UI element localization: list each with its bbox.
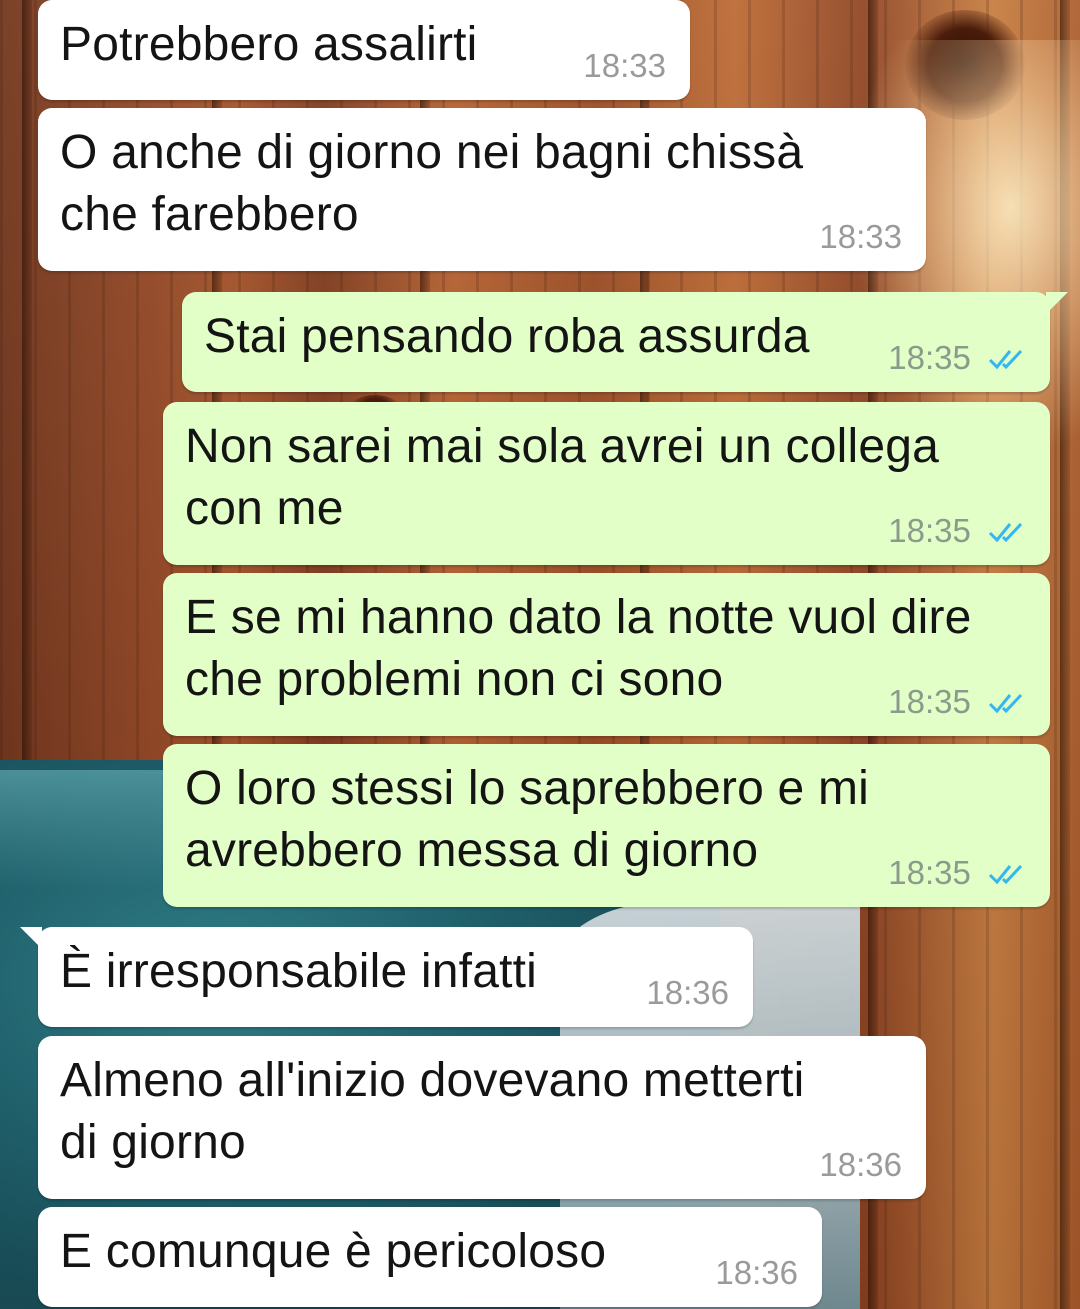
message-time: 18:36 [715, 1254, 798, 1291]
double-check-icon [988, 693, 1023, 714]
double-check-icon [988, 522, 1023, 543]
message-time: 18:35 [888, 684, 1026, 720]
message-text: O anche di giorno nei bagni chissà che f… [60, 126, 804, 241]
message-time: 18:33 [819, 218, 902, 255]
double-check-icon [988, 864, 1023, 885]
outgoing-message[interactable]: Stai pensando roba assurda 18:35 [182, 292, 1068, 392]
outgoing-message[interactable]: E se mi hanno dato la notte vuol dire ch… [163, 573, 1050, 736]
message-time: 18:35 [888, 340, 1026, 376]
bubble-tail [20, 927, 42, 949]
incoming-message[interactable]: E comunque è pericoloso 18:36 [38, 1207, 822, 1307]
incoming-message[interactable]: O anche di giorno nei bagni chissà che f… [38, 108, 926, 271]
message-text: Almeno all'inizio dovevano metterti di g… [60, 1054, 805, 1169]
message-text: Potrebbero assalirti [60, 18, 478, 71]
double-check-icon [988, 349, 1023, 370]
message-text: E comunque è pericoloso [60, 1225, 607, 1278]
incoming-message[interactable]: È irresponsabile infatti 18:36 [20, 927, 753, 1027]
message-time: 18:33 [583, 47, 666, 84]
incoming-message[interactable]: Almeno all'inizio dovevano metterti di g… [38, 1036, 926, 1199]
message-time: 18:35 [888, 513, 1026, 549]
outgoing-message[interactable]: Non sarei mai sola avrei un collega con … [163, 402, 1050, 565]
message-time: 18:36 [819, 1146, 902, 1183]
outgoing-message[interactable]: O loro stessi lo saprebbero e mi avrebbe… [163, 744, 1050, 907]
bubble-tail [1046, 292, 1068, 314]
incoming-message[interactable]: Potrebbero assalirti 18:33 [38, 0, 690, 100]
message-time: 18:35 [888, 855, 1026, 891]
message-text: È irresponsabile infatti [60, 945, 538, 998]
message-time: 18:36 [646, 974, 729, 1011]
